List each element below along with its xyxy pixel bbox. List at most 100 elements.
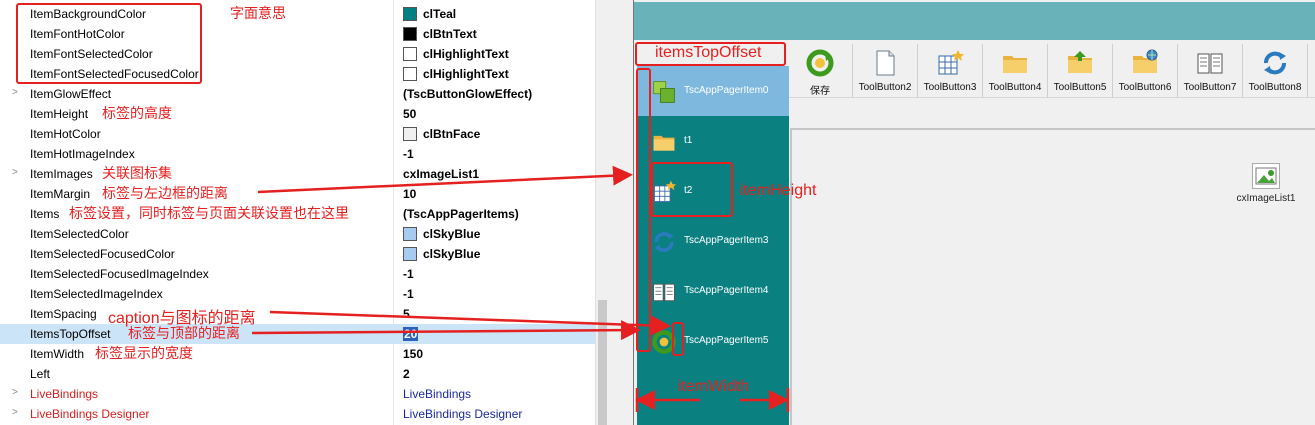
property-value[interactable]: 5: [403, 307, 410, 321]
annotation-box-item-height: [651, 162, 733, 217]
inspector-scrollbar-thumb[interactable]: [598, 300, 607, 425]
toolbar-button[interactable]: ToolButton3: [918, 44, 983, 98]
toolbar-button[interactable]: ToolButton5: [1048, 44, 1113, 98]
property-name: Left: [30, 367, 51, 381]
pager-item-label: TscAppPagerItem5: [684, 335, 769, 346]
property-row[interactable]: ItemSelectedFocusedImageIndex -1: [0, 264, 595, 284]
component-label: cxImageList1: [1236, 193, 1296, 204]
color-swatch: [403, 27, 417, 41]
property-row[interactable]: > LiveBindings Designer LiveBindings Desig…: [0, 404, 595, 424]
property-value[interactable]: -1: [403, 287, 414, 301]
pager-item-label: TscAppPagerItem3: [684, 235, 769, 246]
toolbar-button-label: ToolButton2: [858, 82, 912, 93]
property-value-text: (TscButtonGlowEffect): [403, 87, 533, 101]
property-name: ItemGlowEffect: [30, 87, 112, 101]
property-value[interactable]: 50: [403, 107, 416, 121]
property-value-text: LiveBindings: [403, 387, 472, 401]
property-value[interactable]: LiveBindings: [403, 387, 471, 401]
toolbar-button[interactable]: ToolButton4: [983, 44, 1048, 98]
toolbar-button-label: ToolButton6: [1118, 82, 1172, 93]
green-blocks-icon: [651, 79, 677, 105]
property-value-text: 20: [403, 327, 419, 341]
property-name: ItemWidth: [30, 347, 85, 361]
component-image-list[interactable]: cxImageList1: [1226, 163, 1306, 207]
property-value-text: clBtnFace: [423, 127, 481, 141]
color-swatch: [403, 127, 417, 141]
toolbar-button-label: ToolButton4: [988, 82, 1042, 93]
property-row[interactable]: > LiveBindings LiveBindings: [0, 384, 595, 404]
property-value[interactable]: LiveBindings Designer: [403, 407, 522, 421]
property-value-text: clTeal: [423, 7, 457, 21]
property-value[interactable]: -1: [403, 147, 414, 161]
property-name: Items: [30, 207, 60, 221]
pager-item[interactable]: t1: [637, 116, 789, 166]
annotation-box-item-margin: [636, 68, 651, 352]
property-value[interactable]: (TscAppPagerItems): [403, 207, 519, 221]
toolbar-button-label: ToolButton3: [923, 82, 977, 93]
expand-chevron-icon[interactable]: >: [12, 387, 18, 398]
property-value[interactable]: 10: [403, 187, 416, 201]
expand-chevron-icon[interactable]: >: [12, 87, 18, 98]
toolbar-button[interactable]: ToolButton6: [1113, 44, 1178, 98]
property-value[interactable]: clBtnText: [403, 27, 477, 41]
property-value[interactable]: -1: [403, 267, 414, 281]
property-value[interactable]: 150: [403, 347, 423, 361]
annotation-note: 标签显示的宽度: [95, 345, 193, 361]
toolbar-button[interactable]: ToolButton7: [1178, 44, 1243, 98]
annotation-note: 字面意思: [230, 5, 286, 21]
property-name: LiveBindings: [30, 387, 99, 401]
expand-chevron-icon[interactable]: >: [12, 167, 18, 178]
pager-item-label: TscAppPagerItem0: [684, 85, 769, 96]
property-value[interactable]: clTeal: [403, 7, 456, 21]
property-row[interactable]: ItemSelectedFocusedColor clSkyBlue: [0, 244, 595, 264]
toolbar-button[interactable]: ToolButton2: [853, 44, 918, 98]
property-name: ItemSelectedFocusedImageIndex: [30, 267, 209, 281]
save-refresh-icon: [805, 48, 835, 78]
annotation-item-height: itemHeight: [740, 182, 817, 199]
toolbar-button[interactable]: ToolButton8: [1243, 44, 1308, 98]
pager-item[interactable]: TscAppPagerItem3: [637, 216, 789, 266]
property-value[interactable]: clHighlightText: [403, 67, 509, 81]
annotation-box-item-spacing: [672, 322, 684, 356]
property-row[interactable]: ItemSelectedColor clSkyBlue: [0, 224, 595, 244]
property-value[interactable]: 20: [403, 327, 419, 341]
color-swatch: [403, 247, 417, 261]
property-name: ItemHotImageIndex: [30, 147, 135, 161]
app-pager[interactable]: TscAppPagerItem0 t1 t2 TscAppPagerItem3 TscA…: [637, 66, 789, 425]
property-value[interactable]: clSkyBlue: [403, 247, 480, 261]
property-value[interactable]: clHighlightText: [403, 47, 509, 61]
color-swatch: [403, 67, 417, 81]
property-row[interactable]: > ItemImages cxImageList1: [0, 164, 595, 184]
property-value-text: 150: [403, 347, 424, 361]
property-row[interactable]: ItemSelectedImageIndex -1: [0, 284, 595, 304]
property-row[interactable]: ItemMargin 10: [0, 184, 595, 204]
property-row[interactable]: ItemHotImageIndex -1: [0, 144, 595, 164]
property-value-text: 50: [403, 107, 417, 121]
annotation-note: 标签与左边框的距离: [102, 185, 228, 201]
property-name: ItemsTopOffset: [30, 327, 111, 341]
property-value[interactable]: cxImageList1: [403, 167, 479, 181]
new-table-icon: [935, 48, 965, 78]
property-name: ItemHotColor: [30, 127, 101, 141]
form-title-bar: [634, 2, 1315, 40]
toolbar-button-label: ToolButton5: [1053, 82, 1107, 93]
property-row[interactable]: ItemHeight 50: [0, 104, 595, 124]
toolbar-button-label: ToolButton7: [1183, 82, 1237, 93]
expand-chevron-icon[interactable]: >: [12, 407, 18, 418]
property-row[interactable]: ItemsTopOffset 20: [0, 324, 595, 344]
property-row[interactable]: > ItemGlowEffect (TscButtonGlowEffect): [0, 84, 595, 104]
property-row[interactable]: ItemSpacing 5: [0, 304, 595, 324]
property-value[interactable]: clSkyBlue: [403, 227, 480, 241]
property-name: ItemMargin: [30, 187, 91, 201]
property-value[interactable]: 2: [403, 367, 410, 381]
property-row[interactable]: ItemWidth 150: [0, 344, 595, 364]
property-row[interactable]: ItemHotColor clBtnFace: [0, 124, 595, 144]
toolbar-button[interactable]: 保存: [788, 44, 853, 98]
property-value-text: cxImageList1: [403, 167, 480, 181]
pager-item[interactable]: TscAppPagerItem4: [637, 266, 789, 316]
property-value[interactable]: (TscButtonGlowEffect): [403, 87, 532, 101]
pager-item[interactable]: TscAppPagerItem0: [637, 66, 789, 116]
pager-item[interactable]: TscAppPagerItem5: [637, 316, 789, 366]
property-value[interactable]: clBtnFace: [403, 127, 480, 141]
property-row[interactable]: Left 2: [0, 364, 595, 384]
